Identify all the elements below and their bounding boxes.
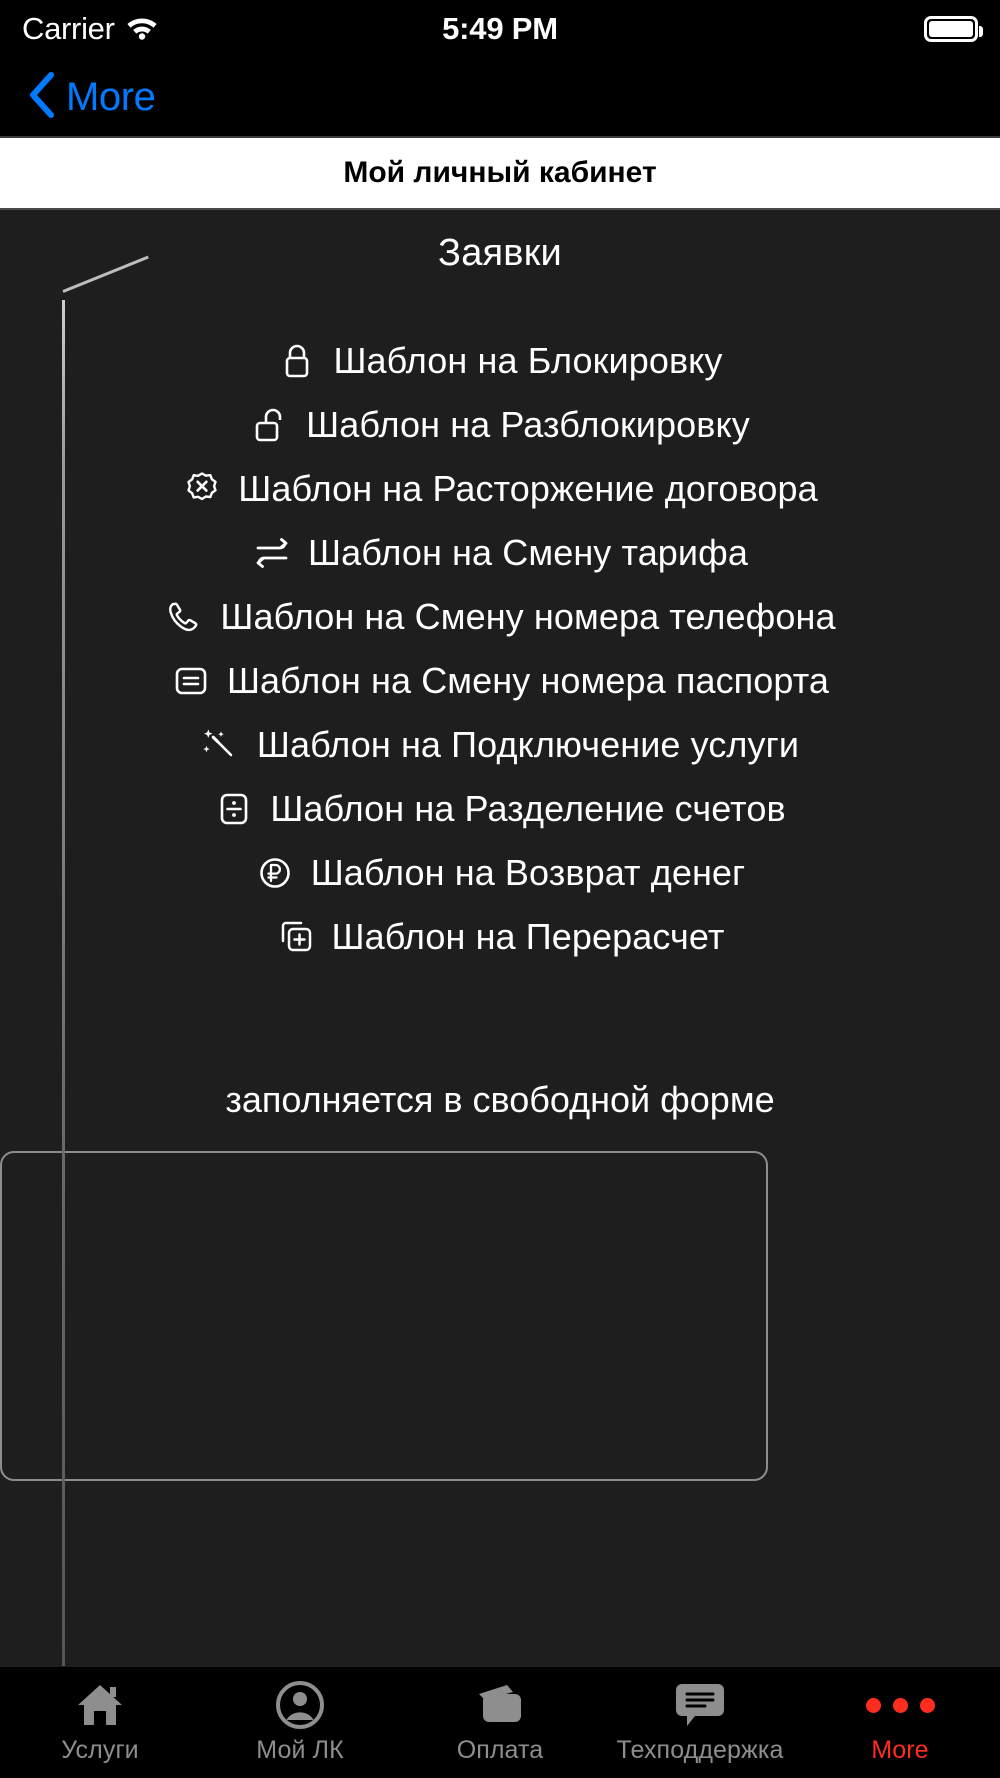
content-area: Заявки Шаблон на Блокировку Шаблон на Ра… [0, 210, 1000, 1666]
list-item-label: Шаблон на Смену тарифа [308, 532, 748, 573]
free-form-textarea[interactable] [0, 1151, 768, 1481]
tab-label: Техподдержка [616, 1736, 784, 1764]
badge-x-icon [182, 469, 222, 509]
list-item-label: Шаблон на Подключение услуги [256, 724, 800, 765]
page-title: Мой личный кабинет [0, 138, 1000, 210]
ruble-circle-icon [255, 853, 295, 893]
magic-wand-icon [201, 725, 241, 765]
list-item-label: Шаблон на Разделение счетов [270, 788, 786, 829]
free-form-note: заполняется в свободной форме [225, 1079, 775, 1120]
list-item-label: Шаблон на Перерасчет [331, 916, 725, 957]
lock-open-icon [250, 405, 290, 445]
id-card-icon [171, 661, 211, 701]
content-inner: Заявки Шаблон на Блокировку Шаблон на Ра… [0, 210, 1000, 1666]
list-item[interactable]: Шаблон на Смену тарифа [252, 521, 748, 585]
list-item[interactable]: Шаблон на Смену номера паспорта [171, 649, 829, 713]
tab-tehpodderzhka[interactable]: Техподдержка [600, 1667, 800, 1778]
home-icon [74, 1680, 126, 1730]
status-bar-right [924, 16, 983, 42]
status-bar-left: Carrier [22, 11, 159, 47]
list-item-label: Шаблон на Блокировку [333, 340, 723, 381]
list-item-label: Шаблон на Смену номера телефона [220, 596, 836, 637]
divide-square-icon [214, 789, 254, 829]
tab-label: Оплата [456, 1736, 544, 1764]
list-item[interactable]: Шаблон на Блокировку [277, 329, 722, 393]
wallet-icon [473, 1680, 527, 1730]
dot [892, 1697, 908, 1713]
tab-moy-lk[interactable]: Мой ЛК [200, 1667, 400, 1778]
battery-icon [924, 16, 983, 42]
dot [919, 1697, 935, 1713]
template-list: Шаблон на Блокировку Шаблон на Разблокир… [0, 329, 1000, 969]
list-item[interactable]: Шаблон на Разблокировку [250, 393, 750, 457]
carrier-label: Carrier [22, 11, 115, 46]
list-item[interactable]: Шаблон на Возврат денег [255, 841, 746, 905]
dot [865, 1697, 881, 1713]
phone-icon [164, 597, 204, 637]
list-item[interactable]: Шаблон на Расторжение договора [182, 457, 818, 521]
list-item-label: Шаблон на Возврат денег [310, 852, 746, 893]
chat-bubble-icon [674, 1680, 726, 1730]
chevron-left-icon [26, 71, 56, 124]
tab-uslugi[interactable]: Услуги [0, 1667, 200, 1778]
status-bar: Carrier 5:49 PM [0, 0, 1000, 58]
back-button[interactable]: More [26, 71, 156, 124]
tab-label: More [871, 1736, 929, 1764]
battery-fill [929, 21, 973, 37]
duplicate-plus-icon [276, 917, 316, 957]
tab-bar: Услуги Мой ЛК Оплата Техподдержка More [0, 1666, 1000, 1778]
list-item[interactable]: Шаблон на Смену номера телефона [164, 585, 835, 649]
tab-oplata[interactable]: Оплата [400, 1667, 600, 1778]
navigation-bar: More [0, 58, 1000, 138]
list-item-label: Шаблон на Смену номера паспорта [226, 660, 830, 701]
app-root: Carrier 5:49 PM More Мой личный кабинет … [0, 0, 1000, 1778]
tab-more[interactable]: More [800, 1667, 1000, 1778]
list-item-label: Шаблон на Расторжение договора [238, 468, 818, 509]
content-left-rule [62, 300, 65, 1666]
tab-label: Мой ЛК [256, 1736, 344, 1764]
list-item[interactable]: Шаблон на Разделение счетов [214, 777, 786, 841]
swap-arrows-icon [252, 533, 292, 573]
ellipsis-icon [865, 1680, 935, 1730]
list-item[interactable]: Шаблон на Перерасчет [276, 905, 725, 969]
wifi-icon [125, 14, 159, 45]
tab-label: Услуги [61, 1736, 139, 1764]
person-circle-icon [275, 1680, 325, 1730]
section-title: Заявки [438, 232, 562, 274]
list-item-label: Шаблон на Разблокировку [306, 404, 750, 445]
back-button-label: More [66, 74, 156, 119]
list-item[interactable]: Шаблон на Подключение услуги [201, 713, 799, 777]
lock-closed-icon [277, 341, 317, 381]
